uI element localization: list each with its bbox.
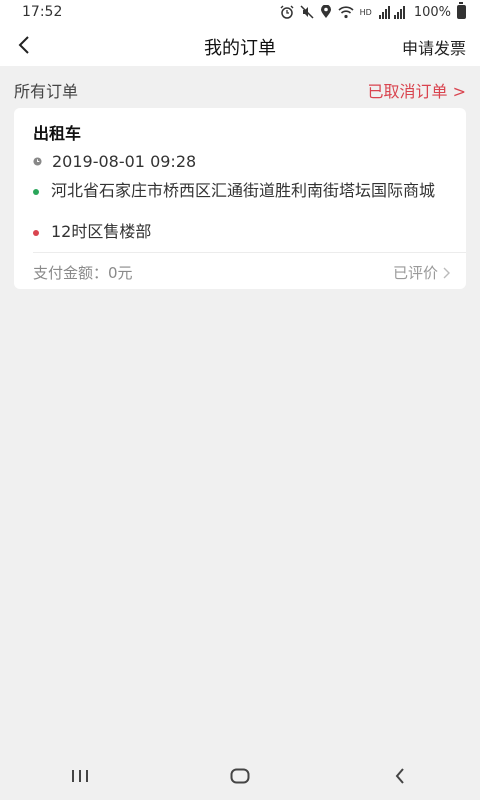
home-button[interactable] [210,756,270,796]
orders-section-header: 所有订单 已取消订单 > [14,78,466,102]
order-card[interactable]: 出租车 2019-08-01 09:28 河北省石家庄市桥西区汇通街道胜利南街塔… [14,108,466,289]
chevron-left-icon [18,36,29,54]
pickup-dot-icon [33,189,39,195]
mute-icon [300,5,314,19]
status-time: 17:52 [22,4,63,20]
clock-icon [33,157,42,166]
back-arrow-icon [395,768,404,784]
apply-invoice-button[interactable]: 申请发票 [402,35,466,59]
back-button[interactable] [8,29,40,61]
order-type: 出租车 [33,124,82,143]
system-nav-bar [0,752,480,800]
recent-apps-button[interactable] [50,756,110,796]
dropoff-row: 12时区售楼部 [33,222,453,242]
chevron-right-icon [443,267,450,278]
battery-percent: 100% [413,4,451,20]
cancelled-orders-link[interactable]: 已取消订单 > [368,78,467,102]
status-bar: 17:52 HD 100% [0,0,480,24]
rated-status-label: 已评价 [392,264,438,282]
order-datetime: 2019-08-01 09:28 [52,152,197,171]
nav-bar: 我的订单 申请发票 [0,24,480,66]
pickup-address: 河北省石家庄市桥西区汇通街道胜利南街塔坛国际商城 [51,181,436,200]
recent-apps-icon [72,770,88,782]
payment-amount: 支付金额：0元 [33,264,133,282]
wifi-icon [338,5,354,18]
rated-status-button[interactable]: 已评价 [393,262,450,283]
system-back-button[interactable] [370,756,430,796]
battery-icon [457,2,466,19]
dropoff-dot-icon [33,230,39,236]
network-label: HD [359,7,372,17]
location-icon [320,5,331,18]
home-icon [230,768,250,784]
alarm-icon [280,5,294,19]
pickup-row: 河北省石家庄市桥西区汇通街道胜利南街塔坛国际商城 [33,181,453,201]
all-orders-label: 所有订单 [14,82,79,101]
status-icons: HD 100% [280,2,466,20]
signal-icon [378,5,405,19]
dropoff-address: 12时区售楼部 [51,222,152,241]
card-divider [33,252,466,253]
order-time-row: 2019-08-01 09:28 [33,152,196,171]
